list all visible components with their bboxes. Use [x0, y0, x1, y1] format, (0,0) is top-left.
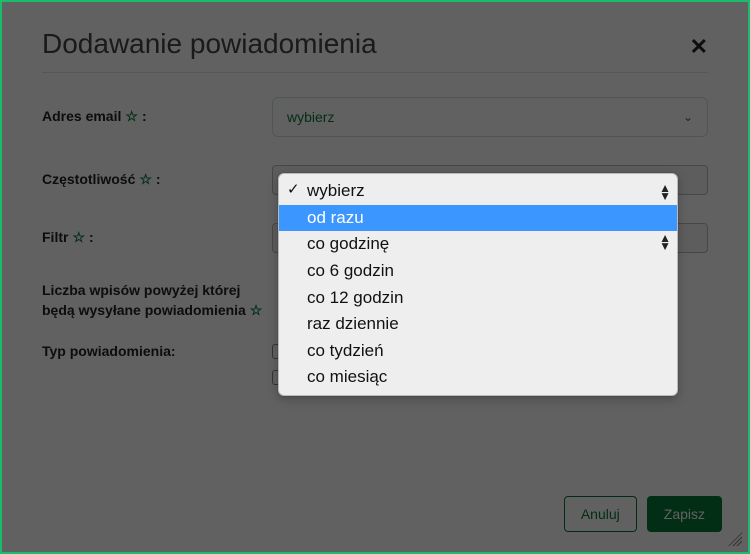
frequency-option[interactable]: co 6 godzin — [279, 258, 677, 285]
save-button[interactable]: Zapisz — [647, 496, 722, 532]
frequency-option[interactable]: co miesiąc — [279, 364, 677, 391]
type-label: Typ powiadomienia: — [42, 342, 272, 362]
frequency-option[interactable]: co 12 godzin — [279, 285, 677, 312]
threshold-label: Liczba wpisów powyżej której będą wysyła… — [42, 281, 302, 320]
frequency-option[interactable]: co tydzień — [279, 338, 677, 365]
star-icon: ☆ — [250, 302, 263, 318]
star-icon: ☆ — [139, 170, 152, 190]
star-icon: ☆ — [72, 228, 85, 248]
frequency-option[interactable]: od razu — [279, 205, 677, 232]
frequency-label: Częstotliwość ☆ : — [42, 170, 272, 190]
modal-title: Dodawanie powiadomienia — [42, 28, 708, 73]
chevron-down-icon: ⌄ — [683, 110, 693, 124]
email-select-value: wybierz — [287, 109, 334, 125]
star-icon: ☆ — [125, 107, 138, 127]
email-label: Adres email ☆ : — [42, 107, 272, 127]
frequency-option[interactable]: raz dziennie — [279, 311, 677, 338]
filter-label: Filtr ☆ : — [42, 228, 272, 248]
resize-grip-icon[interactable] — [728, 532, 742, 546]
cancel-button[interactable]: Anuluj — [564, 496, 637, 532]
frequency-option[interactable]: co godzinę — [279, 231, 677, 258]
email-select[interactable]: wybierz ⌄ — [272, 97, 708, 137]
frequency-dropdown-menu[interactable]: ▲▼ ▲▼ wybierzod razuco godzinęco 6 godzi… — [278, 173, 678, 396]
frequency-option[interactable]: wybierz — [279, 178, 677, 205]
close-icon[interactable]: ✕ — [690, 34, 708, 60]
